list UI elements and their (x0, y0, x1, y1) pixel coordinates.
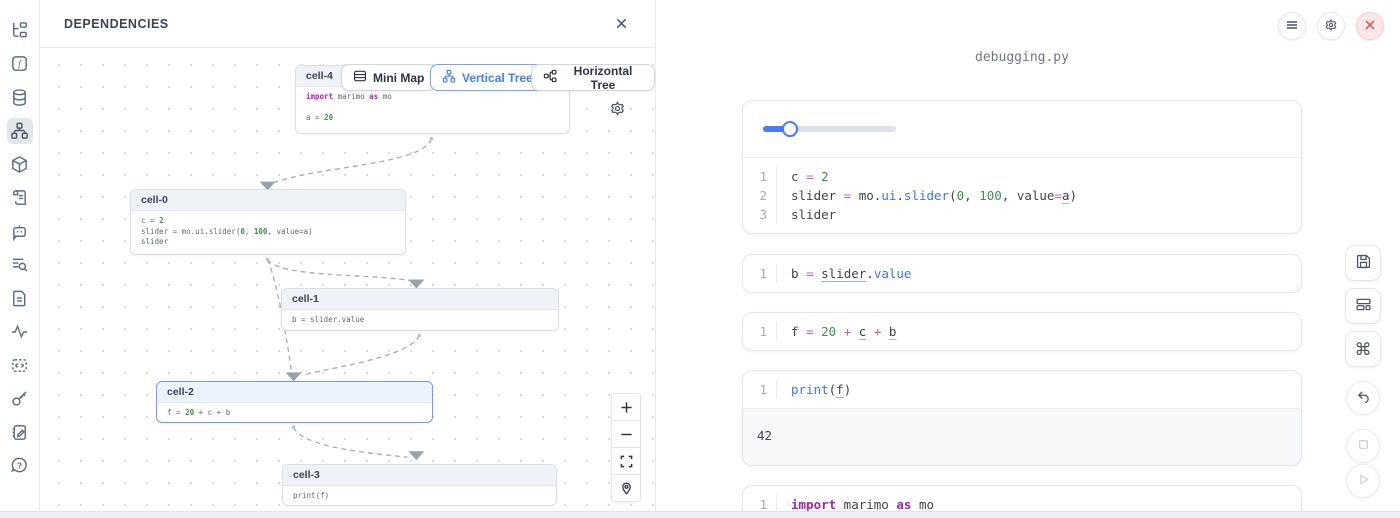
graph-node-cell-0[interactable]: cell-0 c = 2slider = mo.ui.slider(0, 100… (130, 189, 406, 255)
window-controls (1278, 12, 1384, 40)
line-number: 2 (743, 186, 777, 205)
cell-code-editor[interactable]: 1c = 22slider = mo.ui.slider(0, 100, val… (743, 158, 1301, 233)
activity-icon[interactable] (7, 319, 33, 345)
slider-widget[interactable] (763, 121, 896, 137)
left-icon-rail: f (0, 0, 40, 518)
layout-icon (1355, 296, 1372, 316)
run-button[interactable] (1346, 464, 1380, 498)
hamburger-icon (1285, 18, 1299, 35)
file-explorer-icon[interactable] (7, 17, 33, 43)
notebook-area: debugging.py 1c = 22slider = mo.ui.slide… (656, 0, 1400, 518)
menu-button[interactable] (1278, 12, 1306, 40)
svg-text:f: f (18, 59, 22, 70)
mini-map-label: Mini Map (373, 71, 424, 85)
mini-map-button[interactable]: Mini Map (341, 64, 436, 91)
horizontal-tree-icon (543, 69, 557, 86)
snippets-icon[interactable] (7, 352, 33, 378)
node-code: b = slider.value (282, 310, 558, 331)
graph-node-cell-3[interactable]: cell-3 print(f) (282, 464, 557, 506)
line-number: 1 (743, 322, 777, 341)
line-number: 1 (743, 264, 777, 283)
vertical-tree-label: Vertical Tree (462, 71, 533, 85)
graph-settings-gear-icon[interactable] (609, 100, 626, 122)
close-panel-button[interactable] (612, 14, 631, 33)
zoom-in-button[interactable] (611, 393, 641, 421)
console-output: 42 (743, 408, 1301, 465)
graph-node-cell-2[interactable]: cell-2 f = 20 + c + b (156, 381, 433, 423)
node-title: cell-3 (283, 465, 556, 486)
settings-button[interactable] (1317, 12, 1345, 40)
dependency-graph-icon[interactable] (7, 118, 33, 144)
stop-button[interactable] (1346, 429, 1380, 463)
node-title: cell-2 (157, 382, 432, 403)
graph-zoom-controls (611, 393, 641, 502)
panel-title: DEPENDENCIES (64, 17, 169, 31)
marimo-app: f (0, 0, 1400, 518)
vertical-tree-icon (442, 69, 456, 86)
locate-pin-button[interactable] (611, 474, 641, 502)
cell-code-editor[interactable]: 1b = slider.value (743, 255, 1301, 292)
rows-icon (353, 69, 367, 86)
line-number: 1 (743, 167, 777, 186)
stop-icon (1355, 436, 1372, 456)
svg-text:?: ? (17, 460, 22, 470)
fit-view-button[interactable] (611, 447, 641, 475)
cell-code-editor[interactable]: 1f = 20 + c + b (743, 313, 1301, 350)
cell-code-editor[interactable]: 1print(f) (743, 371, 1301, 408)
variables-icon[interactable]: f (7, 51, 33, 77)
packages-icon[interactable] (7, 151, 33, 177)
node-code: f = 20 + c + b (157, 403, 432, 423)
notebook-filename: debugging.py (742, 50, 1302, 65)
tracebacks-icon[interactable] (7, 252, 33, 278)
undo-button[interactable] (1346, 381, 1380, 415)
vertical-tree-button[interactable]: Vertical Tree (430, 64, 545, 91)
help-icon[interactable]: ? (7, 453, 33, 479)
close-icon (1363, 18, 1377, 35)
notebook-cell-print[interactable]: 1print(f) 42 (742, 370, 1302, 466)
chat-icon[interactable] (7, 218, 33, 244)
layout-button[interactable] (1345, 288, 1381, 324)
bottom-strip (0, 511, 1400, 518)
scratchpad-icon[interactable] (7, 419, 33, 445)
slider-handle[interactable] (782, 121, 798, 137)
logs-icon[interactable] (7, 185, 33, 211)
save-icon (1355, 253, 1372, 273)
notebook-cell-f[interactable]: 1f = 20 + c + b (742, 312, 1302, 351)
shutdown-button[interactable] (1356, 12, 1384, 40)
dependencies-header: DEPENDENCIES (40, 0, 655, 48)
dependencies-panel: DEPENDENCIES (40, 0, 656, 518)
horizontal-tree-button[interactable]: Horizontal Tree (531, 64, 655, 91)
line-number: 1 (743, 380, 777, 399)
node-title: cell-0 (131, 190, 405, 211)
notebook-column: debugging.py 1c = 22slider = mo.ui.slide… (742, 0, 1302, 518)
secrets-icon[interactable] (7, 386, 33, 412)
node-title: cell-1 (282, 289, 558, 310)
node-code: import marimo as mo a = 20 (296, 87, 569, 130)
node-code: c = 2slider = mo.ui.slider(0, 100, value… (131, 211, 405, 254)
play-icon (1355, 471, 1372, 491)
documentation-icon[interactable] (7, 285, 33, 311)
line-number: 3 (743, 205, 777, 224)
save-button[interactable] (1345, 245, 1381, 281)
undo-icon (1355, 388, 1372, 408)
node-code: print(f) (283, 486, 556, 506)
notebook-cell-b[interactable]: 1b = slider.value (742, 254, 1302, 293)
keyboard-shortcuts-button[interactable]: ⌘ (1345, 331, 1381, 367)
dependency-graph-canvas[interactable]: cell-4 import marimo as mo a = 20 cell-0… (40, 48, 655, 518)
horizontal-tree-label: Horizontal Tree (563, 64, 643, 92)
command-icon: ⌘ (1355, 341, 1372, 358)
notebook-cell-slider[interactable]: 1c = 22slider = mo.ui.slider(0, 100, val… (742, 100, 1302, 234)
graph-node-cell-1[interactable]: cell-1 b = slider.value (281, 288, 559, 331)
zoom-out-button[interactable] (611, 420, 641, 448)
datasources-icon[interactable] (7, 84, 33, 110)
gear-icon (1324, 18, 1338, 35)
cell-output-area (743, 101, 1301, 158)
